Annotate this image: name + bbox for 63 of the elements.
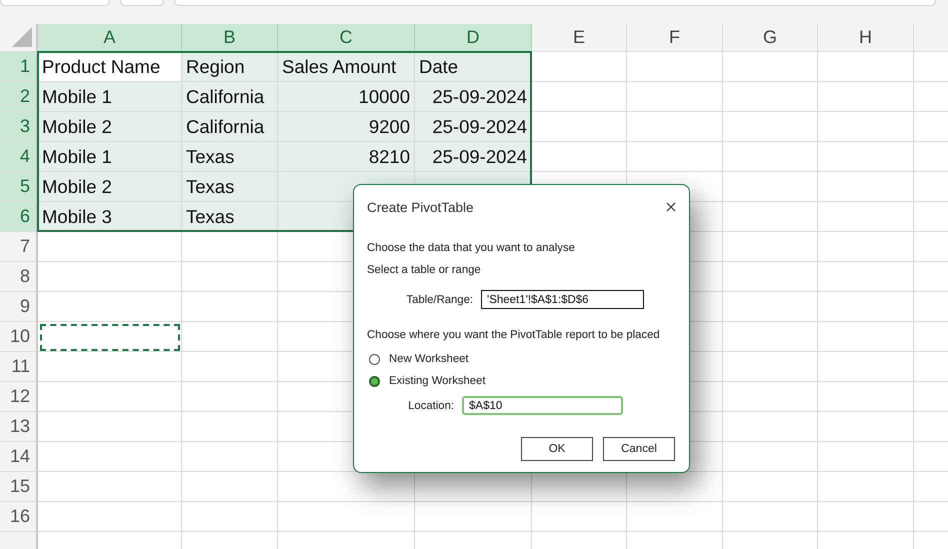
section-heading: Choose where you want the PivotTable report to be placed [367, 329, 661, 343]
table-cell: 9200 [278, 112, 415, 142]
option-label: Select a table or range [367, 264, 482, 278]
table-cell: 25-09-2024 [415, 82, 532, 112]
dialog-button[interactable]: OK [521, 437, 593, 461]
row-header[interactable]: 9 [0, 292, 38, 322]
section-heading: Choose the data that you want to analyse [367, 242, 576, 256]
close-icon[interactable] [665, 201, 677, 213]
row-header[interactable]: 5 [0, 172, 38, 202]
row-header[interactable]: 7 [0, 232, 38, 262]
row-header[interactable]: 10 [0, 322, 38, 352]
select-all-icon[interactable] [12, 27, 32, 47]
row-header[interactable]: 15 [0, 472, 38, 502]
row-header[interactable]: 16 [0, 502, 38, 532]
dialog-button[interactable]: Cancel [603, 437, 675, 461]
column-header[interactable]: F [627, 24, 723, 52]
row-header[interactable]: 4 [0, 142, 38, 172]
table-cell: Mobile 2 [38, 112, 182, 142]
table-cell: Date [415, 52, 532, 82]
table-cell: Texas [182, 172, 278, 202]
table-cell: California [182, 82, 278, 112]
column-header[interactable]: B [182, 24, 278, 52]
row-header[interactable]: 14 [0, 442, 38, 472]
table-cell: Mobile 3 [38, 202, 182, 232]
location-field[interactable]: $A$10 [462, 396, 623, 415]
row-header[interactable]: 2 [0, 82, 38, 112]
column-header[interactable]: G [723, 24, 818, 52]
radio-option[interactable]: New Worksheet [369, 348, 469, 370]
row-header[interactable]: 8 [0, 262, 38, 292]
table-cell: Mobile 1 [38, 142, 182, 172]
radio-icon[interactable] [369, 376, 380, 386]
toolbar-field[interactable] [120, 0, 164, 6]
row-header[interactable]: 13 [0, 412, 38, 442]
range-field[interactable]: 'Sheet1'!$A$1:$D$6 [481, 290, 644, 309]
toolbar-field[interactable] [0, 0, 110, 6]
column-header[interactable]: C [278, 24, 415, 52]
column-header[interactable]: D [415, 24, 532, 52]
table-cell: California [182, 112, 278, 142]
table-cell: Sales Amount [278, 52, 415, 82]
radio-icon[interactable] [369, 354, 380, 364]
table-cell: Product Name [38, 52, 182, 82]
row-header[interactable]: 11 [0, 352, 38, 382]
row-header[interactable]: 6 [0, 202, 38, 232]
toolbar-field[interactable] [174, 0, 936, 6]
column-header[interactable]: H [818, 24, 914, 52]
table-cell: Mobile 2 [38, 172, 182, 202]
radio-option[interactable]: Existing Worksheet [369, 370, 486, 392]
field-label: Location: [408, 400, 454, 412]
row-header[interactable]: 3 [0, 112, 38, 142]
table-cell: 8210 [278, 142, 415, 172]
row-header[interactable]: 1 [0, 52, 38, 82]
table-cell: Texas [182, 202, 278, 232]
table-cell: Texas [182, 142, 278, 172]
table-cell: 25-09-2024 [415, 142, 532, 172]
table-cell: Mobile 1 [38, 82, 182, 112]
column-header[interactable]: E [532, 24, 627, 52]
table-cell: 10000 [278, 82, 415, 112]
table-cell: Region [182, 52, 278, 82]
dialog-title: Create PivotTable [367, 200, 474, 214]
column-header[interactable]: A [38, 24, 182, 52]
field-label: Table/Range: [406, 294, 473, 306]
table-cell: 25-09-2024 [415, 112, 532, 142]
row-header[interactable]: 12 [0, 382, 38, 412]
